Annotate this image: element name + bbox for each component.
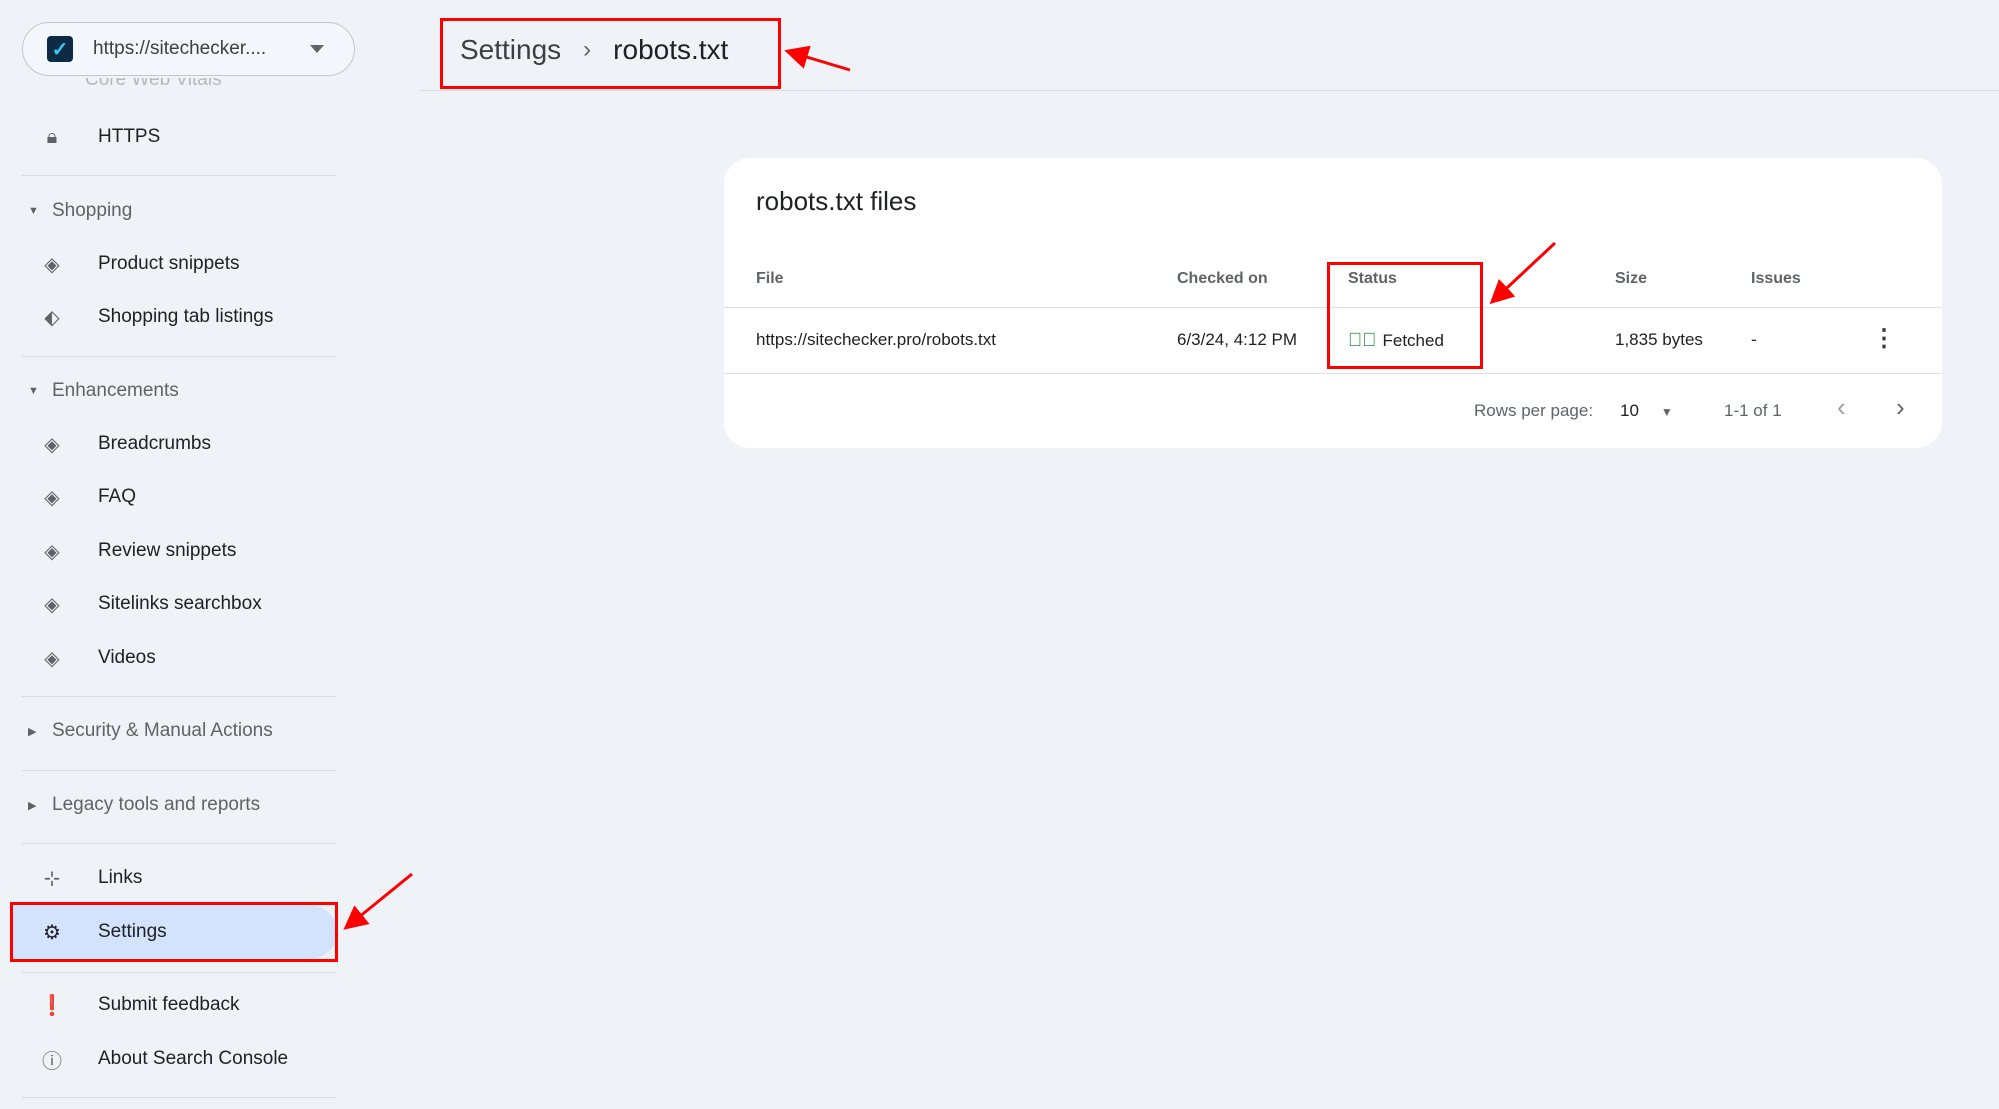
annotation-arrows bbox=[343, 45, 1557, 930]
arrow-icon bbox=[784, 45, 851, 72]
arrow-icon bbox=[343, 872, 413, 930]
arrow-icon bbox=[1489, 241, 1557, 305]
